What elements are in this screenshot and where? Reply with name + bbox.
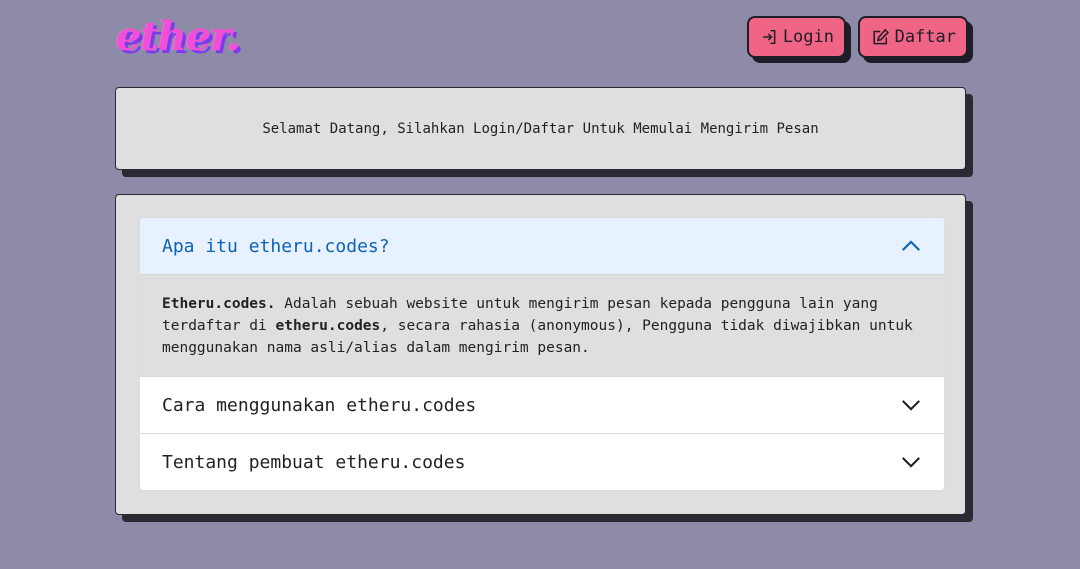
answer-lead-bold: Etheru.codes.	[162, 296, 276, 312]
login-button-label: Login	[782, 27, 834, 47]
page: ether. Login Daftar Selamat Datang, Sila…	[0, 0, 1080, 569]
faq-item-what-is-body: Etheru.codes. Adalah sebuah website untu…	[140, 275, 944, 376]
welcome-message: Selamat Datang, Silahkan Login/Daftar Un…	[262, 120, 819, 137]
faq-question: Apa itu etheru.codes?	[162, 235, 390, 257]
chevron-down-icon	[902, 400, 920, 411]
faq-item-about-header[interactable]: Tentang pembuat etheru.codes	[140, 433, 944, 490]
chevron-down-icon	[902, 457, 920, 468]
faq-item-what-is-header[interactable]: Apa itu etheru.codes?	[140, 218, 944, 275]
register-button[interactable]: Daftar	[858, 16, 968, 58]
register-button-label: Daftar	[894, 27, 956, 47]
faq-panel: Apa itu etheru.codes? Etheru.codes. Adal…	[115, 194, 966, 515]
edit-icon	[873, 28, 890, 45]
answer-inline-bold: etheru.codes	[275, 318, 381, 334]
faq-accordion: Apa itu etheru.codes? Etheru.codes. Adal…	[139, 217, 945, 491]
faq-question: Cara menggunakan etheru.codes	[162, 394, 477, 416]
logo[interactable]: ether.	[116, 12, 241, 62]
login-button[interactable]: Login	[747, 16, 846, 58]
faq-question: Tentang pembuat etheru.codes	[162, 451, 466, 473]
welcome-card: Selamat Datang, Silahkan Login/Daftar Un…	[115, 87, 966, 170]
login-icon	[763, 29, 776, 45]
faq-item-how-to-header[interactable]: Cara menggunakan etheru.codes	[140, 376, 944, 433]
chevron-up-icon	[902, 240, 920, 251]
